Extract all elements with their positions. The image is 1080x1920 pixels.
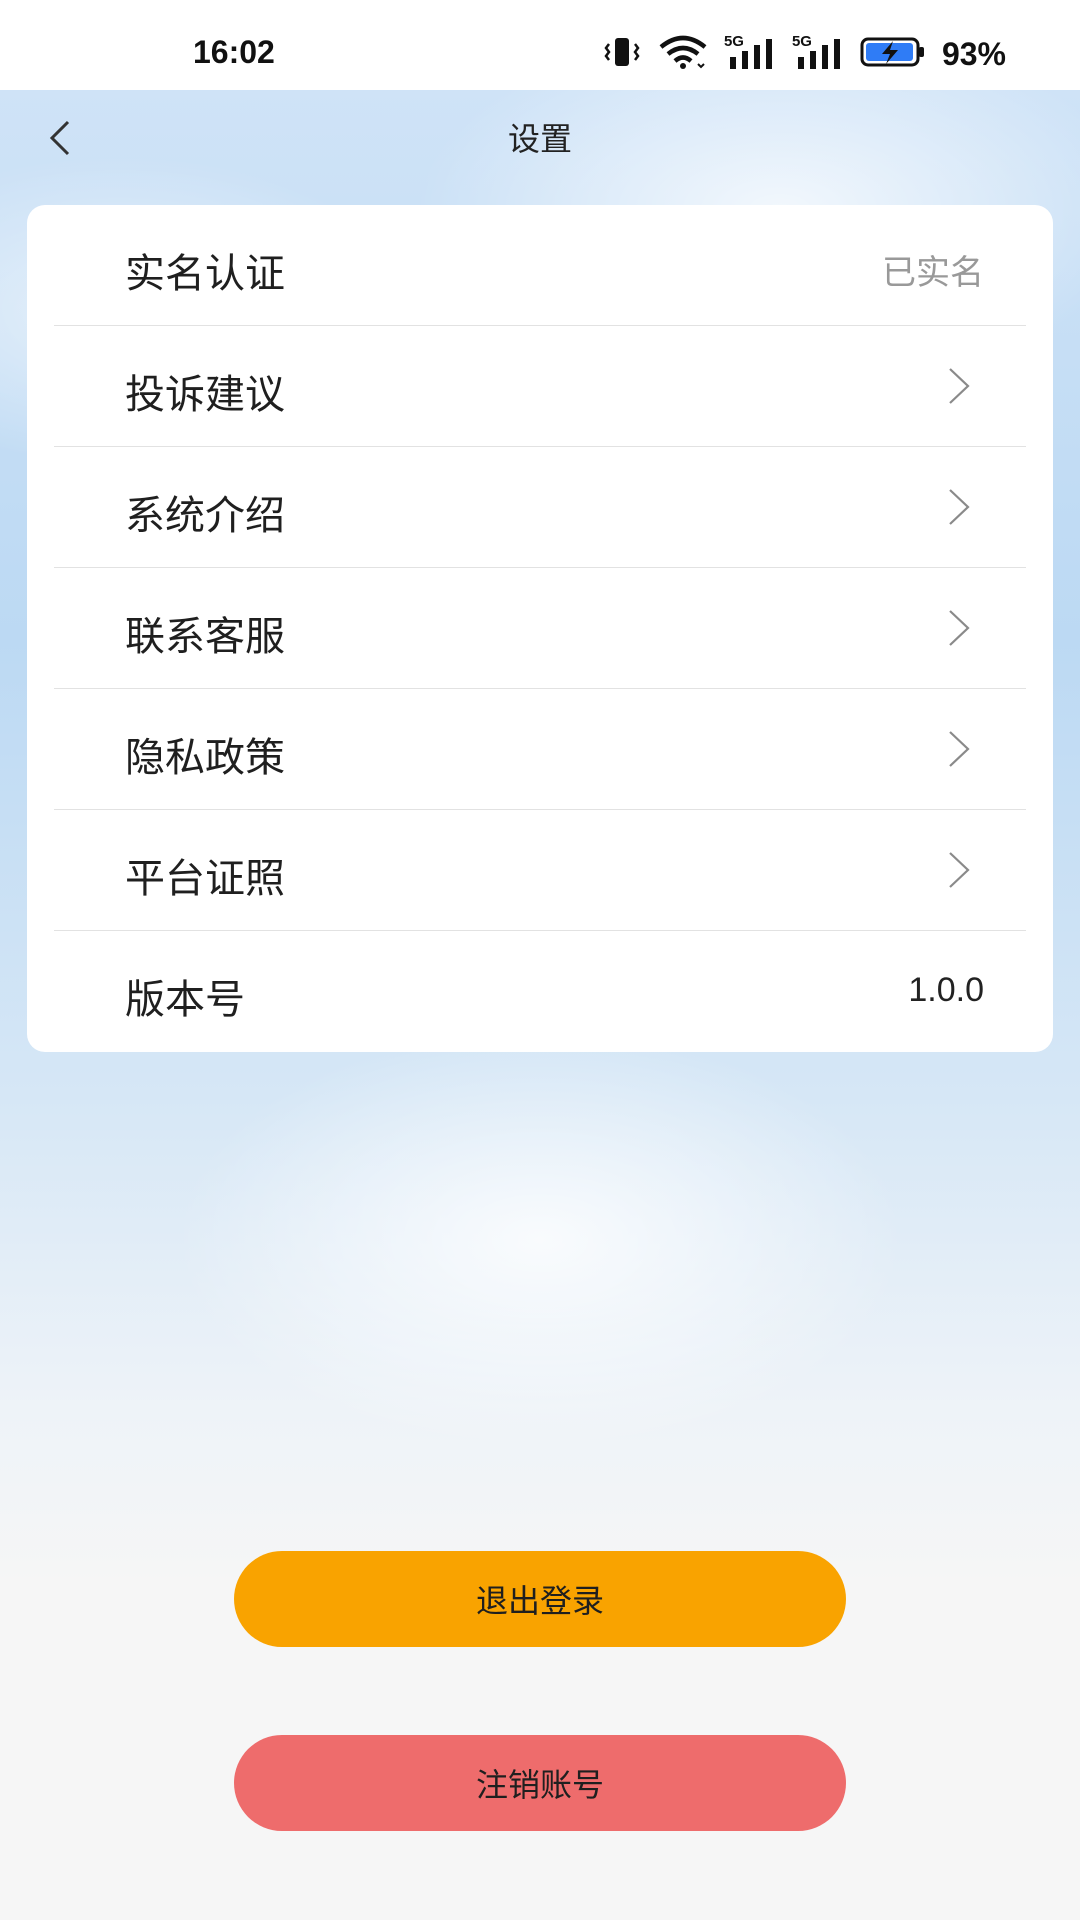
battery-percent: 93% bbox=[941, 35, 1006, 72]
navigation-bar: 设置 bbox=[0, 90, 1080, 186]
signal-5g-icon: 5G bbox=[792, 33, 844, 71]
status-bar: 16:02 5G 5G 93% bbox=[0, 0, 1080, 90]
vibrate-icon bbox=[602, 35, 642, 73]
settings-item-customer-service[interactable]: 联系客服 bbox=[54, 568, 1026, 689]
settings-item-feedback[interactable]: 投诉建议 bbox=[54, 326, 1026, 447]
wifi-icon bbox=[658, 35, 708, 73]
chevron-right-icon bbox=[949, 368, 970, 404]
status-time: 16:02 bbox=[193, 34, 275, 70]
settings-item-platform-license[interactable]: 平台证照 bbox=[54, 810, 1026, 931]
version-number: 1.0.0 bbox=[908, 971, 984, 1009]
settings-item-label: 版本号 bbox=[125, 977, 245, 1023]
settings-item-label: 隐私政策 bbox=[125, 735, 285, 781]
settings-item-version: 版本号 1.0.0 bbox=[54, 931, 1026, 1051]
cancel-account-button[interactable]: 注销账号 bbox=[234, 1735, 846, 1831]
settings-list: 实名认证 已实名 投诉建议 系统介绍 联系客服 隐私政策 平台证照 版本号 1.… bbox=[27, 205, 1053, 1052]
settings-item-label: 系统介绍 bbox=[125, 493, 285, 539]
chevron-right-icon bbox=[949, 610, 970, 646]
settings-item-label: 联系客服 bbox=[125, 614, 285, 660]
chevron-right-icon bbox=[949, 852, 970, 888]
settings-item-label: 平台证照 bbox=[125, 856, 285, 902]
chevron-right-icon bbox=[949, 731, 970, 767]
settings-item-real-name[interactable]: 实名认证 已实名 bbox=[54, 205, 1026, 326]
settings-item-system-intro[interactable]: 系统介绍 bbox=[54, 447, 1026, 568]
settings-item-privacy-policy[interactable]: 隐私政策 bbox=[54, 689, 1026, 810]
chevron-right-icon bbox=[949, 489, 970, 525]
signal-5g-icon: 5G bbox=[724, 33, 776, 71]
settings-item-label: 投诉建议 bbox=[125, 372, 285, 418]
settings-item-label: 实名认证 bbox=[125, 251, 285, 297]
status-icons: 5G 5G 93% bbox=[602, 33, 1006, 73]
real-name-status: 已实名 bbox=[882, 253, 984, 293]
logout-button[interactable]: 退出登录 bbox=[234, 1551, 846, 1647]
page-title: 设置 bbox=[507, 120, 572, 158]
battery-charging-icon bbox=[860, 35, 926, 73]
